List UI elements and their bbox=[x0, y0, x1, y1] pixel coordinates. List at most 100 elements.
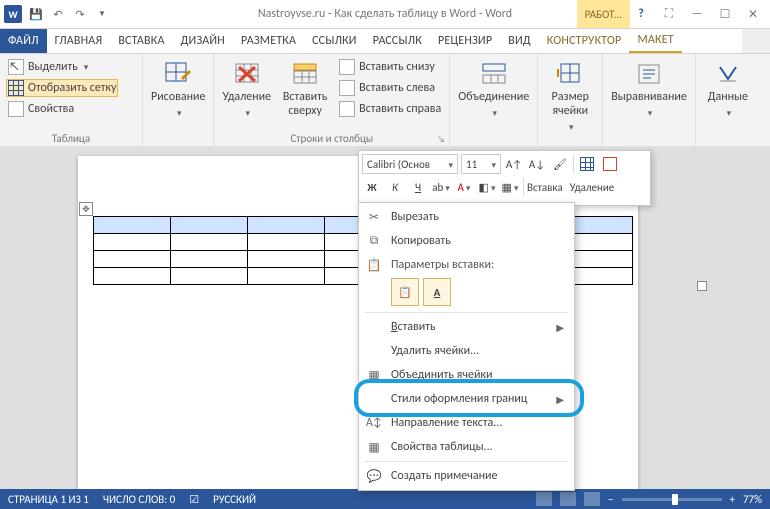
insert-right-button[interactable]: Вставить справа bbox=[337, 100, 443, 118]
status-words[interactable]: ЧИСЛО СЛОВ: 0 bbox=[103, 493, 175, 506]
help-button[interactable]: ? bbox=[632, 7, 650, 21]
save-icon[interactable]: 💾 bbox=[28, 6, 44, 22]
menu-new-comment[interactable]: 💬Создать примечание bbox=[359, 464, 574, 488]
tab-references[interactable]: ССЫЛКИ bbox=[304, 29, 365, 53]
data-button[interactable]: Данные bbox=[702, 58, 754, 122]
grow-font-icon[interactable]: A↑ bbox=[504, 154, 524, 174]
view-read-icon[interactable] bbox=[536, 492, 552, 506]
insert-below-button[interactable]: Вставить снизу bbox=[337, 58, 443, 76]
data-label: Данные bbox=[708, 90, 748, 104]
insert-right-label: Вставить справа bbox=[359, 102, 441, 116]
tab-table-design[interactable]: КОНСТРУКТОР bbox=[539, 29, 630, 53]
menu-merge-cells[interactable]: ▦Объединить ячейки bbox=[359, 363, 574, 387]
select-label: Выделить bbox=[28, 60, 78, 74]
tab-file[interactable]: ФАЙЛ bbox=[0, 29, 47, 53]
highlight-button[interactable]: ab bbox=[431, 177, 451, 197]
dialog-launcher-icon[interactable]: ↘ bbox=[437, 134, 445, 145]
bold-button[interactable]: Ж bbox=[362, 177, 382, 197]
minimize-button[interactable]: — bbox=[688, 7, 706, 21]
alignment-icon bbox=[634, 60, 664, 88]
mini-delete-label[interactable]: Удаление bbox=[570, 181, 615, 194]
menu-text-direction[interactable]: A↕Направление текста... bbox=[359, 411, 574, 435]
font-selector[interactable]: Calibri (Основ bbox=[362, 154, 458, 174]
maximize-button[interactable]: ☐ bbox=[716, 7, 734, 22]
cell-size-label: Размер ячейки bbox=[552, 90, 589, 118]
undo-icon[interactable]: ↶ bbox=[50, 6, 66, 22]
mini-insert-label[interactable]: Вставка bbox=[527, 181, 563, 194]
mini-insert-icon[interactable] bbox=[577, 154, 597, 174]
word-app-icon: W bbox=[4, 5, 22, 23]
paste-option-keep-source[interactable]: 📋 bbox=[391, 278, 419, 306]
zoom-level[interactable]: 77% bbox=[743, 493, 762, 506]
contextual-tab-title: РАБОТ... bbox=[577, 0, 630, 28]
insert-left-button[interactable]: Вставить слева bbox=[337, 79, 443, 97]
draw-button[interactable]: Рисование bbox=[149, 58, 207, 122]
grid-icon bbox=[8, 80, 24, 96]
zoom-slider[interactable] bbox=[622, 498, 722, 501]
tab-review[interactable]: РЕЦЕНЗИР bbox=[430, 29, 500, 53]
underline-button[interactable]: Ч bbox=[408, 177, 428, 197]
format-painter-icon[interactable]: 🖌 bbox=[550, 154, 570, 174]
font-color-button[interactable]: A bbox=[454, 177, 474, 197]
qat-customize-icon[interactable]: ▼ bbox=[94, 6, 110, 22]
mini-delete-icon[interactable] bbox=[600, 154, 620, 174]
close-button[interactable]: ✕ bbox=[744, 7, 762, 22]
select-button[interactable]: ↖ Выделить bbox=[6, 58, 90, 76]
delete-label: Удаление bbox=[222, 90, 271, 104]
cell-size-icon bbox=[555, 60, 585, 88]
insert-row-bottom-icon bbox=[339, 59, 355, 75]
tab-insert[interactable]: ВСТАВКА bbox=[110, 29, 172, 53]
tab-view[interactable]: ВИД bbox=[500, 29, 539, 53]
zoom-in-button[interactable]: + bbox=[730, 493, 735, 506]
properties-button[interactable]: Свойства bbox=[6, 100, 76, 118]
redo-icon[interactable]: ↷ bbox=[72, 6, 88, 22]
view-web-icon[interactable] bbox=[584, 492, 600, 506]
tab-layout[interactable]: РАЗМЕТКА bbox=[233, 29, 304, 53]
paste-option-text-only[interactable]: A bbox=[423, 278, 451, 306]
tab-home[interactable]: ГЛАВНАЯ bbox=[47, 29, 111, 53]
show-grid-button[interactable]: Отобразить сетку bbox=[6, 79, 118, 97]
cell-size-button[interactable]: Размер ячейки bbox=[544, 58, 596, 136]
merge-label: Объединение bbox=[458, 90, 529, 104]
insert-above-button[interactable]: Вставить сверху bbox=[279, 58, 331, 120]
menu-border-styles[interactable]: Стили оформления границ▶ bbox=[359, 387, 574, 411]
alignment-label: Выравнивание bbox=[611, 90, 687, 104]
table-move-handle-icon[interactable]: ✥ bbox=[79, 202, 93, 216]
menu-insert[interactable]: Вставить▶ bbox=[359, 315, 574, 339]
menu-copy[interactable]: ⧉Копировать bbox=[359, 229, 574, 253]
show-grid-label: Отобразить сетку bbox=[28, 81, 116, 95]
pencil-icon bbox=[163, 60, 193, 88]
data-icon bbox=[713, 60, 743, 88]
cursor-icon: ↖ bbox=[8, 59, 24, 75]
menu-table-properties[interactable]: ▦Свойства таблицы... bbox=[359, 435, 574, 459]
table-resize-handle-icon[interactable] bbox=[697, 281, 707, 291]
borders-button[interactable]: ▦ bbox=[500, 177, 520, 197]
zoom-out-button[interactable]: − bbox=[608, 493, 613, 506]
shrink-font-icon[interactable]: A↓ bbox=[527, 154, 547, 174]
tab-table-layout[interactable]: МАКЕТ bbox=[629, 29, 681, 53]
delete-button[interactable]: Удаление bbox=[220, 58, 273, 122]
user-avatar[interactable] bbox=[742, 29, 770, 53]
tab-design[interactable]: ДИЗАЙН bbox=[173, 29, 233, 53]
menu-paste-header: 📋Параметры вставки: bbox=[359, 253, 574, 277]
alignment-button[interactable]: Выравнивание bbox=[609, 58, 689, 122]
view-print-icon[interactable] bbox=[560, 492, 576, 506]
status-bar: СТРАНИЦА 1 ИЗ 1 ЧИСЛО СЛОВ: 0 ☑ РУССКИЙ … bbox=[0, 489, 770, 509]
status-language[interactable]: РУССКИЙ bbox=[213, 493, 256, 506]
context-menu: ✂Вырезать ⧉Копировать 📋Параметры вставки… bbox=[358, 202, 575, 491]
ribbon-display-button[interactable]: ⛶ bbox=[660, 7, 678, 21]
menu-delete-cells[interactable]: Удалить ячейки... bbox=[359, 339, 574, 363]
status-page[interactable]: СТРАНИЦА 1 ИЗ 1 bbox=[8, 493, 89, 506]
table-props-icon: ▦ bbox=[365, 440, 383, 455]
comment-icon: 💬 bbox=[365, 469, 383, 484]
menu-cut[interactable]: ✂Вырезать bbox=[359, 205, 574, 229]
insert-below-label: Вставить снизу bbox=[359, 60, 435, 74]
shading-button[interactable]: ◧ bbox=[477, 177, 497, 197]
merge-group-button[interactable]: Объединение bbox=[456, 58, 531, 122]
tab-mailings[interactable]: РАССЫЛК bbox=[365, 29, 430, 53]
font-size-selector[interactable]: 11 bbox=[461, 154, 501, 174]
properties-label: Свойства bbox=[28, 102, 74, 116]
status-proofing-icon[interactable]: ☑ bbox=[189, 493, 199, 506]
draw-label: Рисование bbox=[151, 90, 205, 104]
italic-button[interactable]: К bbox=[385, 177, 405, 197]
